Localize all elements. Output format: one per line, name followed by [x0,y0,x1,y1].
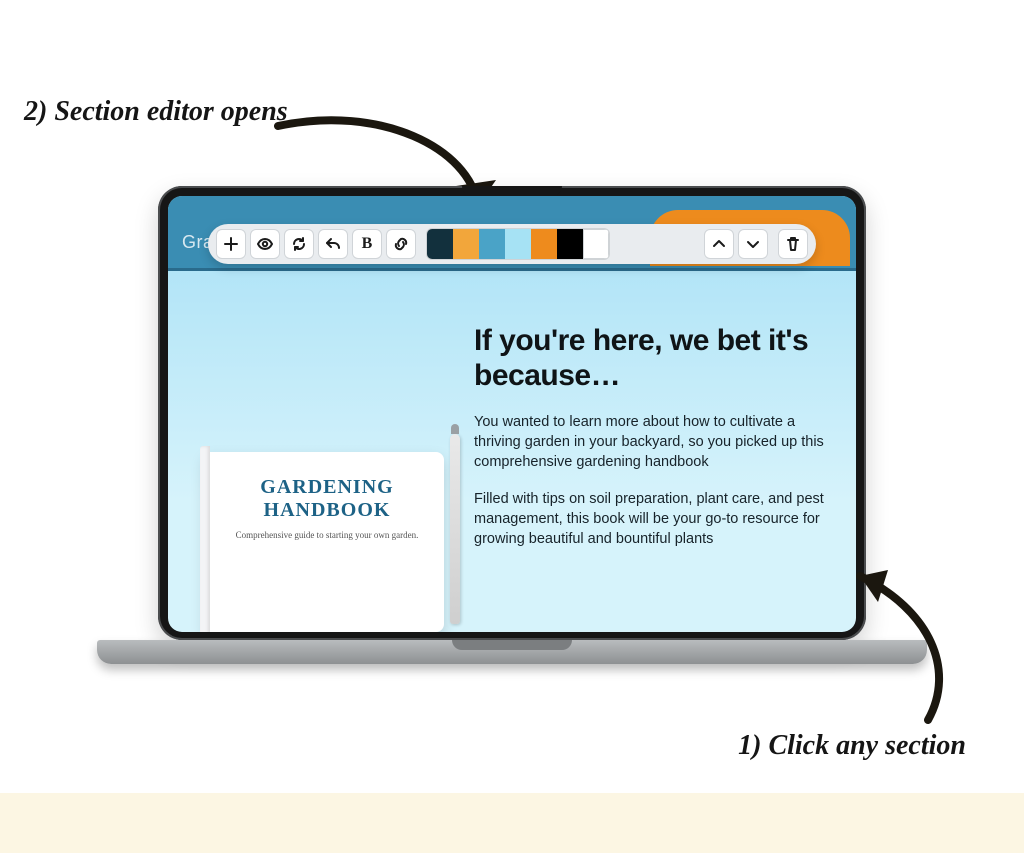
chevron-down-icon [745,236,761,252]
color-palette [426,228,610,260]
book-illustration: GARDENING HANDBOOK Comprehensive guide t… [194,293,454,632]
move-down-button[interactable] [738,229,768,259]
editor-screen: Gra [168,196,856,632]
delete-button[interactable] [778,229,808,259]
preview-button[interactable] [250,229,280,259]
annotation-step-1: 1) Click any section [738,730,966,762]
book-title: GARDENING HANDBOOK [226,476,428,522]
hero-paragraph-1: You wanted to learn more about how to cu… [474,412,830,473]
refresh-icon [291,236,307,252]
toolbar-group-actions: B [216,229,416,259]
add-button[interactable] [216,229,246,259]
color-swatch-5[interactable] [531,229,557,259]
footer-strip [0,793,1024,853]
book-subtitle: Comprehensive guide to starting your own… [226,530,428,542]
color-swatch-2[interactable] [453,229,479,259]
link-button[interactable] [386,229,416,259]
annotation-step-2: 2) Section editor opens [24,96,288,128]
plus-icon [223,236,239,252]
eye-icon [257,236,273,252]
bold-button[interactable]: B [352,229,382,259]
undo-button[interactable] [318,229,348,259]
undo-icon [325,236,341,252]
bold-icon: B [362,235,373,253]
color-swatch-1[interactable] [427,229,453,259]
section-editor-toolbar: B [208,224,816,264]
color-swatch-3[interactable] [479,229,505,259]
color-swatch-4[interactable] [505,229,531,259]
chevron-up-icon [711,236,727,252]
laptop-base [97,640,927,664]
color-swatch-6[interactable] [557,229,583,259]
trash-icon [785,236,801,252]
annotation-arrow-bottom [830,560,970,730]
toolbar-group-move [704,229,768,259]
pen-graphic [450,434,460,624]
link-icon [393,236,409,252]
hero-text: If you're here, we bet it's because… You… [474,293,830,632]
hero-heading: If you're here, we bet it's because… [474,323,830,394]
app-topbar: Gra [168,196,856,268]
refresh-button[interactable] [284,229,314,259]
color-swatch-7[interactable] [583,229,609,259]
hero-paragraph-2: Filled with tips on soil preparation, pl… [474,489,830,550]
move-up-button[interactable] [704,229,734,259]
hero-section[interactable]: GARDENING HANDBOOK Comprehensive guide t… [168,271,856,632]
laptop-mockup: Gra [158,186,866,664]
